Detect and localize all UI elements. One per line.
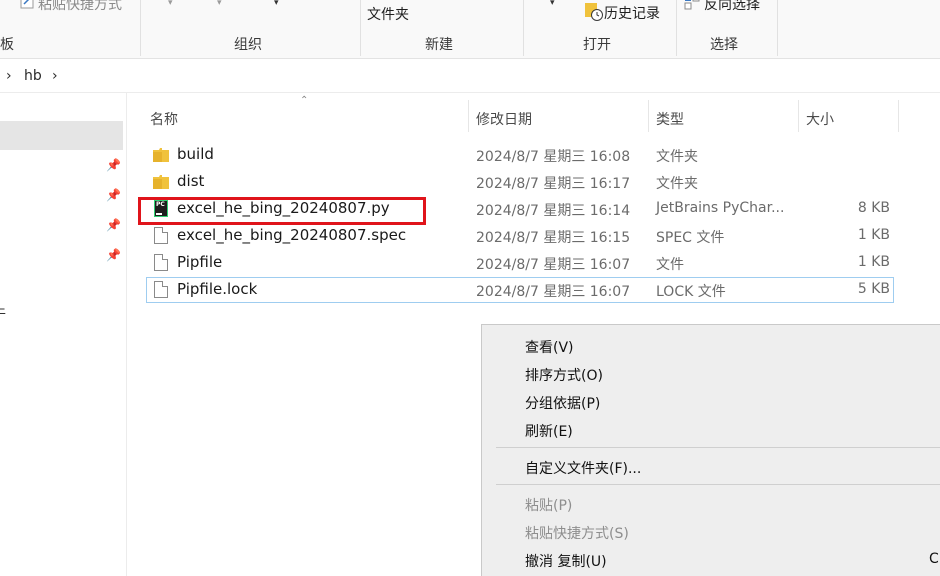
group-label-clipboard: 板	[0, 37, 14, 53]
menu-item-paste-shortcut[interactable]: 粘贴快捷方式(S)	[525, 523, 629, 543]
folder-button[interactable]: 文件夹	[367, 4, 409, 24]
column-header-name[interactable]: 名称	[150, 109, 178, 129]
file-size: 1 KB	[857, 227, 890, 243]
ribbon: 粘贴快捷方式 ▾ ▾ ▾ 文件夹 ▾ 历史记录 反向选择 板 组织 新建 打开 …	[0, 0, 940, 59]
file-name: dist	[177, 172, 205, 190]
file-row-focused[interactable]: Pipfile.lock 2024/8/7 星期三 16:07 LOCK 文件 …	[146, 277, 894, 303]
menu-item-group[interactable]: 分组依据(P)	[525, 393, 600, 413]
ribbon-divider	[777, 0, 778, 56]
menu-item-sort[interactable]: 排序方式(O)	[525, 365, 603, 385]
file-name: build	[177, 145, 214, 163]
ribbon-divider	[360, 0, 361, 56]
chevron-right-icon[interactable]: ›	[6, 68, 12, 84]
ribbon-divider	[676, 0, 677, 56]
file-name: Pipfile.lock	[177, 280, 258, 298]
chevron-down-icon[interactable]: ▾	[550, 0, 555, 8]
context-menu: 查看(V) 排序方式(O) 分组依据(P) 刷新(E) 自定义文件夹(F)...…	[481, 324, 940, 576]
history-button[interactable]: 历史记录	[604, 3, 660, 23]
group-label-select: 选择	[710, 37, 738, 53]
paste-shortcut-icon	[20, 0, 34, 9]
menu-shortcut-text: C	[929, 551, 939, 567]
file-type: JetBrains PyChar...	[656, 200, 785, 216]
column-divider[interactable]	[898, 100, 899, 132]
chevron-down-icon[interactable]: ▾	[168, 0, 173, 8]
file-row[interactable]: dist 2024/8/7 星期三 16:17 文件夹	[146, 169, 894, 195]
group-label-new: 新建	[425, 37, 453, 53]
file-type: 文件	[656, 257, 684, 273]
file-date: 2024/8/7 星期三 16:07	[476, 284, 631, 300]
invert-selection-button[interactable]: 反向选择	[704, 0, 760, 14]
group-label-organize: 组织	[234, 37, 262, 53]
nav-item-selected[interactable]	[0, 121, 123, 150]
nav-item-partial[interactable]: 牛	[0, 303, 6, 323]
menu-item-view[interactable]: 查看(V)	[525, 337, 574, 357]
file-size: 1 KB	[857, 254, 890, 270]
pin-icon[interactable]: 📌	[106, 158, 121, 172]
column-header-size[interactable]: 大小	[806, 109, 834, 129]
paste-shortcut-button[interactable]: 粘贴快捷方式	[38, 0, 122, 14]
breadcrumb-hb[interactable]: hb	[24, 68, 42, 84]
chevron-down-icon[interactable]: ▾	[274, 0, 279, 8]
file-size: 5 KB	[857, 281, 890, 297]
highlight-box	[138, 197, 426, 225]
file-type: 文件夹	[656, 176, 698, 192]
group-label-open: 打开	[583, 37, 611, 53]
menu-item-undo-copy[interactable]: 撤消 复制(U)	[525, 551, 607, 571]
file-date: 2024/8/7 星期三 16:17	[476, 176, 631, 192]
file-type: 文件夹	[656, 149, 698, 165]
column-divider[interactable]	[468, 100, 469, 132]
file-date: 2024/8/7 星期三 16:15	[476, 230, 631, 246]
file-type: SPEC 文件	[656, 230, 725, 246]
file-name: Pipfile	[177, 253, 223, 271]
menu-divider	[496, 484, 940, 485]
file-size: 8 KB	[857, 200, 890, 216]
history-icon	[585, 3, 603, 21]
column-header-date[interactable]: 修改日期	[476, 109, 532, 129]
pin-icon[interactable]: 📌	[106, 188, 121, 202]
column-divider[interactable]	[798, 100, 799, 132]
menu-divider	[496, 447, 940, 448]
menu-item-paste[interactable]: 粘贴(P)	[525, 495, 572, 515]
pin-icon[interactable]: 📌	[106, 218, 121, 232]
address-bar[interactable]: › hb ›	[0, 62, 940, 93]
document-icon	[154, 281, 168, 298]
file-date: 2024/8/7 星期三 16:08	[476, 149, 631, 165]
pin-icon[interactable]: 📌	[106, 248, 121, 262]
document-icon	[154, 227, 168, 244]
folder-icon	[153, 148, 169, 162]
file-row[interactable]: build 2024/8/7 星期三 16:08 文件夹	[146, 142, 894, 168]
file-row[interactable]: Pipfile 2024/8/7 星期三 16:07 文件 1 KB	[146, 250, 894, 276]
menu-item-refresh[interactable]: 刷新(E)	[525, 421, 573, 441]
sort-ascending-icon: ⌃	[300, 95, 309, 106]
menu-item-customize-folder[interactable]: 自定义文件夹(F)...	[525, 458, 641, 478]
file-row[interactable]: excel_he_bing_20240807.spec 2024/8/7 星期三…	[146, 223, 894, 249]
file-name: excel_he_bing_20240807.spec	[177, 226, 407, 244]
folder-icon	[153, 175, 169, 189]
column-divider[interactable]	[648, 100, 649, 132]
ribbon-divider	[523, 0, 524, 56]
file-date: 2024/8/7 星期三 16:14	[476, 203, 631, 219]
ribbon-divider	[140, 0, 141, 56]
chevron-down-icon[interactable]: ▾	[217, 0, 222, 8]
file-type: LOCK 文件	[656, 284, 726, 300]
column-header-type[interactable]: 类型	[656, 109, 684, 129]
invert-selection-icon	[684, 0, 700, 10]
chevron-right-icon[interactable]: ›	[52, 68, 58, 84]
file-date: 2024/8/7 星期三 16:07	[476, 257, 631, 273]
document-icon	[154, 254, 168, 271]
